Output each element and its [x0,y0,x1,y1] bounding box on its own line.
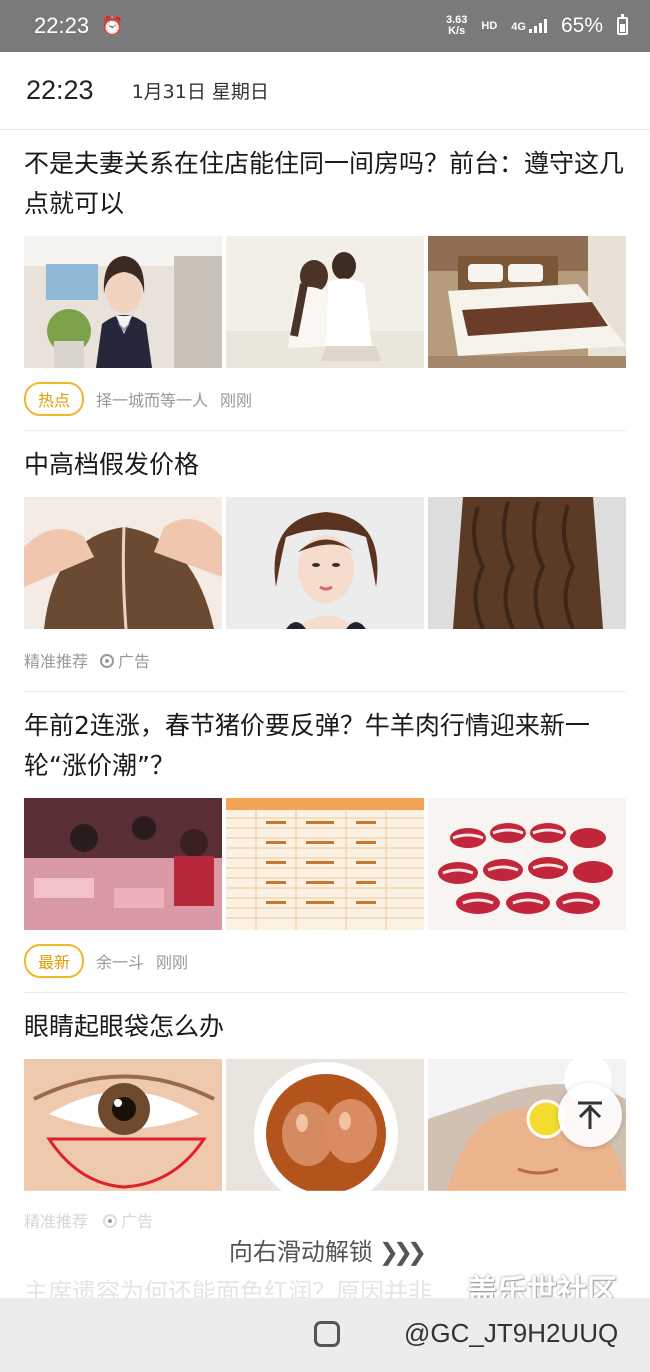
navigation-bar: @GC_JT9H2UUQ [0,1298,650,1372]
new-tag: 最新 [24,944,85,978]
article-meta: 最新 余一斗 刚刚 [24,930,626,992]
alarm-icon: ⏰ [101,15,124,36]
network-type: 4G [511,19,547,33]
eggs-in-bowl-photo[interactable] [226,1059,424,1191]
news-article[interactable]: 年前2连涨，春节猪价要反弹？牛羊肉行情迎来新一轮“涨价潮”？ 最新 余一斗 刚刚 [0,692,650,993]
back-to-top-button[interactable] [558,1083,622,1147]
ad-source: 精准推荐 [24,652,89,671]
arrow-up-icon [578,1101,602,1129]
eye-bag-photo[interactable] [24,1059,222,1191]
user-watermark: @GC_JT9H2UUQ [404,1318,619,1348]
article-images[interactable] [24,497,626,629]
ad-article[interactable]: 眼睛起眼袋怎么办 [0,993,650,1191]
ad-icon [100,654,115,668]
news-feed: 不是夫妻关系在住店能住同一间房吗？前台：遵守这几点就可以 热点 择一城而等一人 … [0,130,650,1191]
unlock-label: 向右滑动解锁 [228,1238,373,1266]
home-button[interactable] [314,1321,340,1347]
article-time: 刚刚 [220,391,253,410]
ad-icon [103,1214,118,1228]
hot-tag: 热点 [24,382,85,416]
article-title[interactable]: 年前2连涨，春节猪价要反弹？牛羊肉行情迎来新一轮“涨价潮”？ [24,692,626,786]
signal-icon [528,19,547,33]
sliced-beef-photo[interactable] [428,798,626,930]
article-images[interactable] [24,1059,626,1191]
article-title[interactable]: 中高档假发价格 [24,431,626,485]
article-time: 刚刚 [156,953,189,972]
lock-header: 22:23 1月31日 星期日 [0,52,650,130]
battery-icon [617,14,628,35]
hotel-bed-photo[interactable] [428,236,626,368]
hair-part-photo[interactable] [24,497,222,629]
couple-photo[interactable] [226,236,424,368]
lock-clock: 22:23 [26,75,94,105]
article-title[interactable]: 不是夫妻关系在住店能住同一间房吗？前台：遵守这几点就可以 [24,130,626,224]
price-table-photo[interactable] [226,798,424,930]
article-meta: 热点 择一城而等一人 刚刚 [24,368,626,430]
hd-icon: HD [481,20,498,32]
long-curly-hair-photo[interactable] [428,497,626,629]
status-time: 22:23 [34,13,90,38]
article-source: 余一斗 [96,953,145,972]
ad-label: 广告 [100,648,150,672]
swipe-unlock-hint[interactable]: 向右滑动解锁 ❯❯❯ [0,1232,650,1267]
article-source: 择一城而等一人 [96,391,209,410]
chevron-right-icon: ❯❯❯ [378,1238,427,1266]
article-images[interactable] [24,798,626,930]
meat-market-photo[interactable] [24,798,222,930]
ad-article[interactable]: 中高档假发价格 精准推荐 广告 [0,431,650,692]
receptionist-photo[interactable] [24,236,222,368]
article-meta: 精准推荐 广告 [24,629,626,691]
faded-ad-meta: 精准推荐 广告 [24,1212,154,1231]
battery-percent: 65% [560,14,603,37]
lock-date: 1月31日 星期日 [131,81,269,103]
article-images[interactable] [24,236,626,368]
net-speed: 3.63 K/s [445,14,468,37]
status-bar: 22:23 ⏰ 3.63 K/s HD 4G 65% [0,0,650,52]
article-title[interactable]: 眼睛起眼袋怎么办 [24,993,626,1047]
news-article[interactable]: 不是夫妻关系在住店能住同一间房吗？前台：遵守这几点就可以 热点 择一城而等一人 … [0,130,650,431]
wig-woman-photo[interactable] [226,497,424,629]
